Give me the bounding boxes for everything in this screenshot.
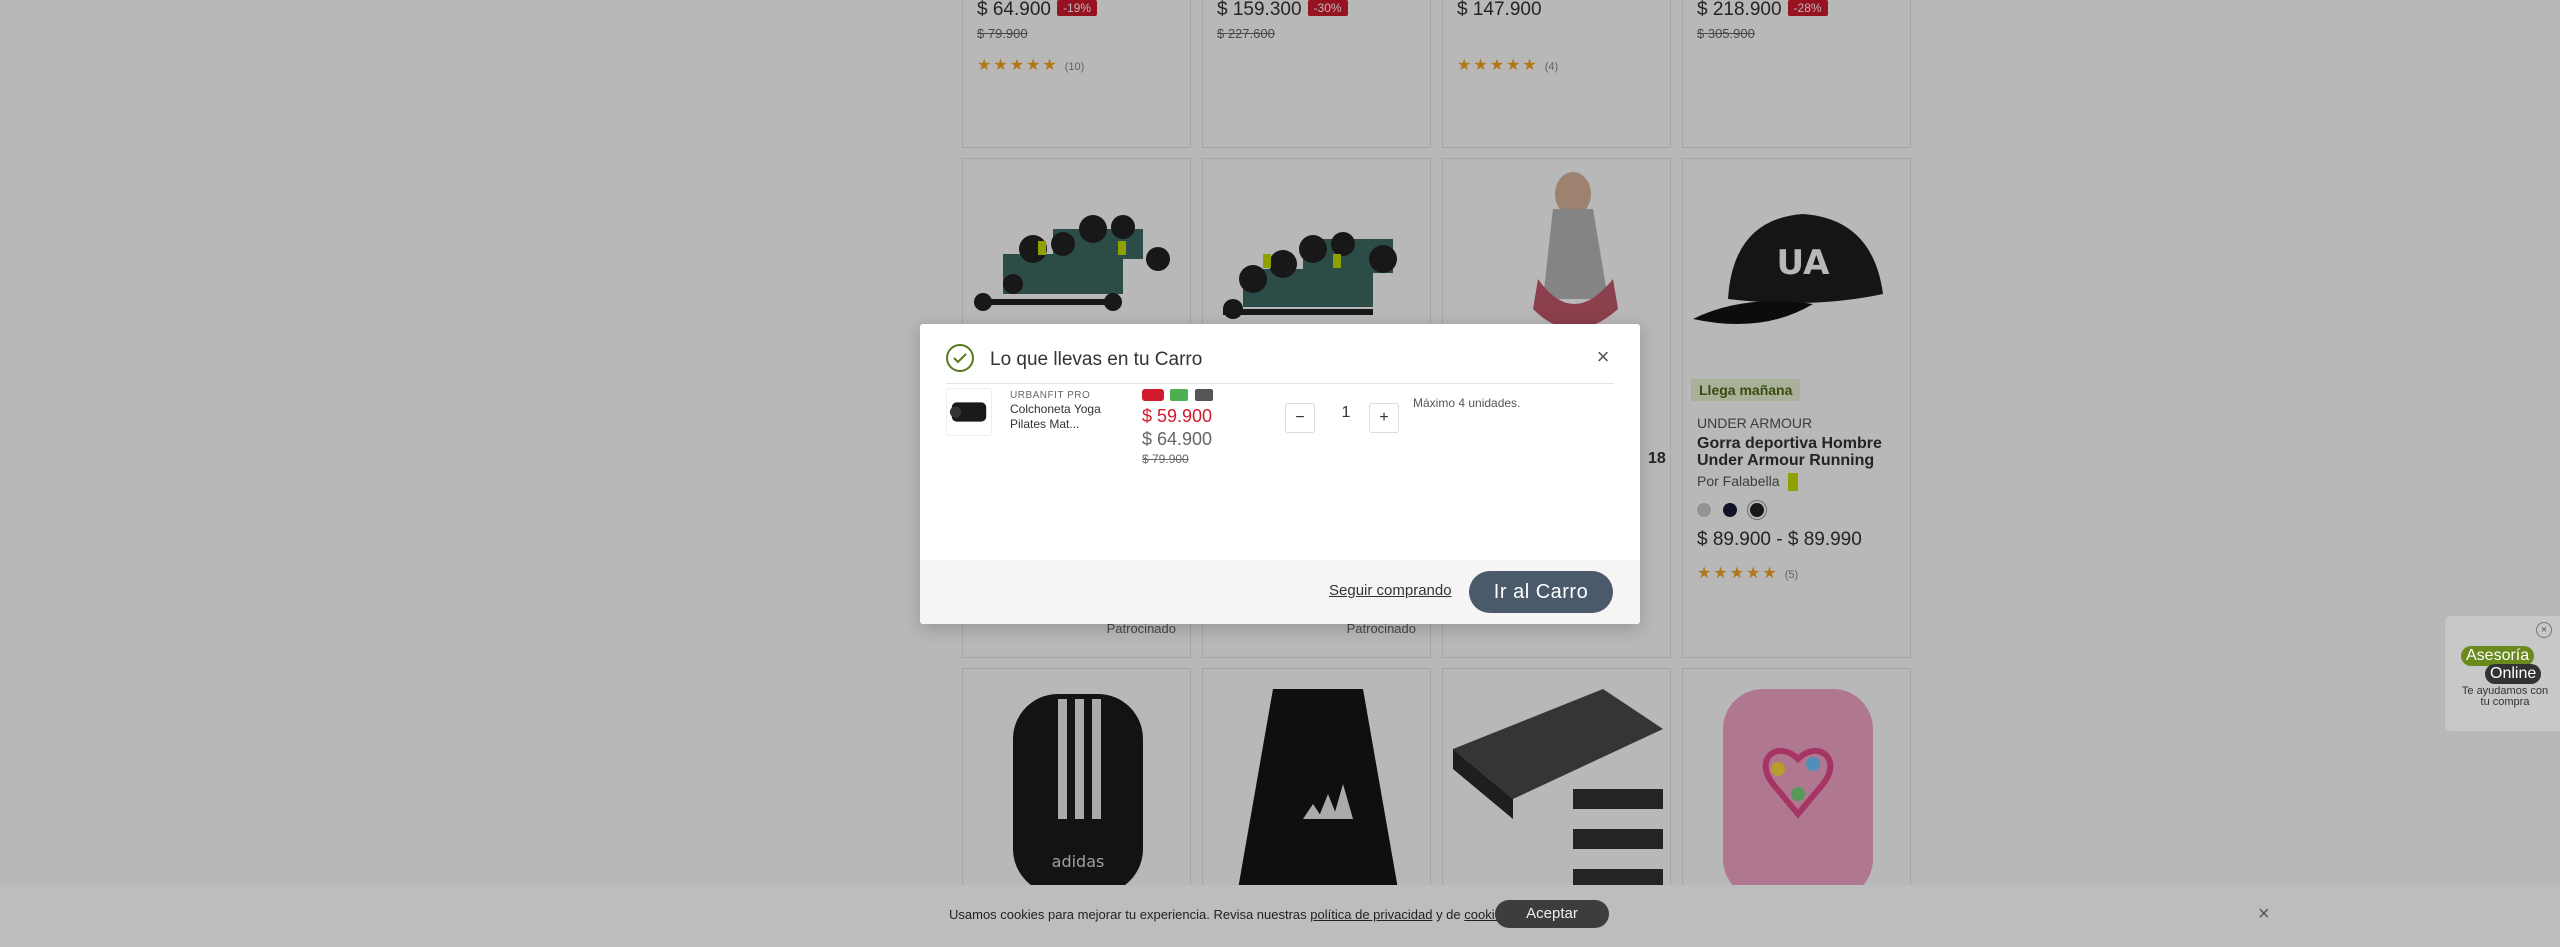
internet-price: $ 64.900 (1142, 429, 1213, 449)
modal-title: Lo que llevas en tu Carro (990, 349, 1203, 370)
close-icon[interactable]: × (2536, 622, 2552, 638)
quantity-value: 1 (1341, 404, 1351, 421)
cookie-text-middle: y de (1436, 907, 1461, 922)
add-to-cart-modal: Lo que llevas en tu Carro × URBANFIT PRO… (920, 324, 1640, 624)
close-icon[interactable]: × (2258, 903, 2270, 926)
privacy-policy-link[interactable]: política de privacidad (1310, 907, 1432, 922)
quantity-increment-button[interactable]: + (1369, 403, 1399, 433)
close-icon[interactable]: × (1592, 346, 1614, 368)
cookie-text-before: Usamos cookies para mejorar tu experienc… (949, 907, 1307, 922)
cmr-card-icon (1170, 389, 1189, 401)
product-name[interactable]: Colchoneta Yoga Pilates Mat... (1010, 402, 1120, 432)
max-units-note: Máximo 4 unidades. (1413, 396, 1521, 410)
cookie-text: Usamos cookies para mejorar tu experienc… (949, 907, 1512, 922)
online-advice-widget[interactable]: × Asesoría Online Te ayudamos con tu com… (2445, 616, 2560, 731)
payment-icons (1142, 388, 1213, 406)
modal-footer: Seguir comprando Ir al Carro (920, 560, 1640, 624)
modal-header: Lo que llevas en tu Carro × (946, 334, 1614, 384)
accept-cookies-button[interactable]: Aceptar (1495, 900, 1609, 928)
continue-shopping-link[interactable]: Seguir comprando (1329, 582, 1452, 599)
check-circle-icon (946, 344, 974, 372)
cmr-price: $ 59.900 (1142, 406, 1213, 426)
quantity-decrement-button[interactable]: − (1285, 403, 1315, 433)
debit-card-icon (1194, 389, 1213, 401)
cookie-bar: Usamos cookies para mejorar tu experienc… (0, 885, 2560, 947)
unica-card-icon (1142, 389, 1164, 401)
advice-subtitle: Te ayudamos con tu compra (2461, 685, 2549, 708)
go-to-cart-button[interactable]: Ir al Carro (1469, 571, 1613, 613)
normal-price: $ 79.900 (1142, 452, 1189, 466)
advice-tag: Asesoría (2461, 646, 2535, 666)
product-thumbnail (946, 388, 992, 436)
product-brand: URBANFIT PRO (1010, 390, 1091, 401)
online-tag: Online (2485, 664, 2542, 684)
